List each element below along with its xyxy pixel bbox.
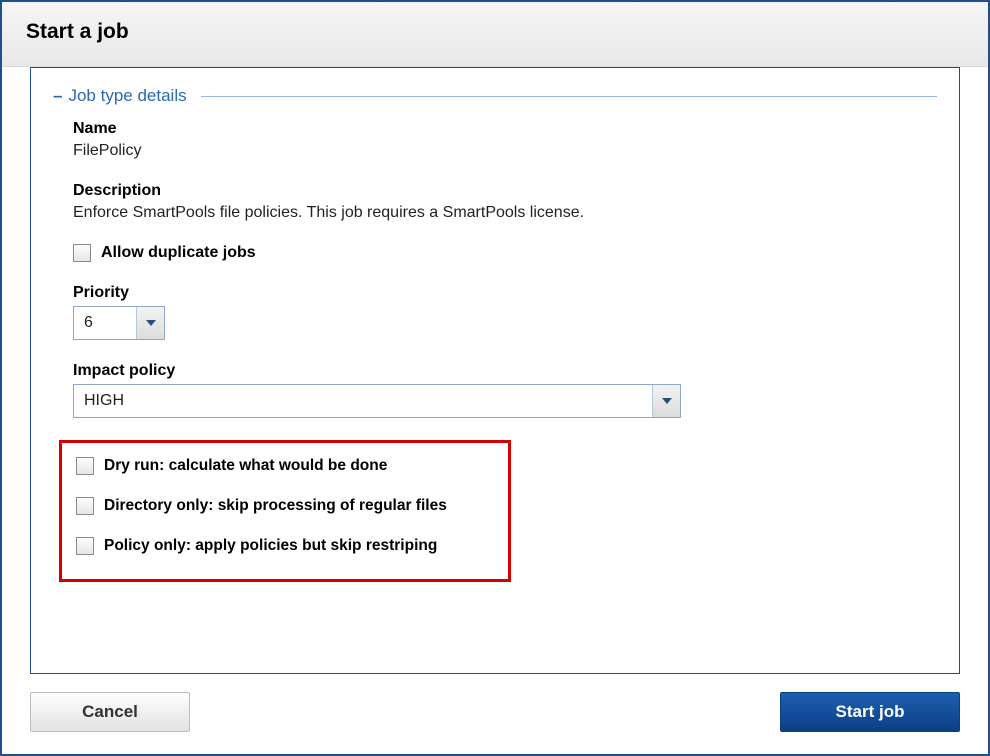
priority-value: 6: [74, 307, 136, 339]
directory-only-label: Directory only: skip processing of regul…: [104, 497, 447, 515]
impact-policy-dropdown-button[interactable]: [652, 385, 680, 417]
section-toggle-job-type-details[interactable]: – Job type details: [53, 86, 937, 106]
cancel-button[interactable]: Cancel: [30, 692, 190, 732]
allow-duplicate-jobs-checkbox[interactable]: [73, 244, 91, 262]
dry-run-checkbox[interactable]: [76, 457, 94, 475]
dialog-header: Start a job: [2, 2, 988, 67]
description-label: Description: [73, 182, 937, 200]
legend-divider: [201, 96, 937, 97]
field-priority: Priority 6: [73, 284, 937, 340]
policy-only-checkbox[interactable]: [76, 537, 94, 555]
directory-only-checkbox-row[interactable]: Directory only: skip processing of regul…: [76, 497, 498, 515]
section-legend: Job type details: [68, 86, 186, 106]
impact-policy-label: Impact policy: [73, 362, 937, 380]
field-name: Name FilePolicy: [73, 120, 937, 160]
impact-policy-value: HIGH: [74, 385, 652, 417]
dialog-title: Start a job: [26, 20, 964, 44]
chevron-down-icon: [146, 320, 156, 326]
dialog-button-bar: Cancel Start job: [2, 678, 988, 754]
allow-duplicate-jobs-label: Allow duplicate jobs: [101, 244, 256, 262]
start-job-button[interactable]: Start job: [780, 692, 960, 732]
policy-only-label: Policy only: apply policies but skip res…: [104, 537, 437, 555]
name-label: Name: [73, 120, 937, 138]
chevron-down-icon: [662, 398, 672, 404]
directory-only-checkbox[interactable]: [76, 497, 94, 515]
impact-policy-select[interactable]: HIGH: [73, 384, 681, 418]
policy-only-checkbox-row[interactable]: Policy only: apply policies but skip res…: [76, 537, 498, 555]
description-value: Enforce SmartPools file policies. This j…: [73, 204, 937, 222]
collapse-icon: –: [53, 86, 62, 106]
highlighted-options-box: Dry run: calculate what would be done Di…: [59, 440, 511, 582]
form-scroll-panel[interactable]: – Job type details Name FilePolicy Descr…: [30, 67, 960, 674]
field-description: Description Enforce SmartPools file poli…: [73, 182, 937, 222]
dialog-body: – Job type details Name FilePolicy Descr…: [2, 67, 988, 678]
allow-duplicate-jobs-checkbox-row[interactable]: Allow duplicate jobs: [73, 244, 937, 262]
priority-dropdown-button[interactable]: [136, 307, 164, 339]
priority-label: Priority: [73, 284, 937, 302]
dry-run-label: Dry run: calculate what would be done: [104, 457, 387, 475]
dry-run-checkbox-row[interactable]: Dry run: calculate what would be done: [76, 457, 498, 475]
name-value: FilePolicy: [73, 142, 937, 160]
start-job-dialog: Start a job – Job type details Name File…: [0, 0, 990, 756]
field-impact-policy: Impact policy HIGH: [73, 362, 937, 418]
priority-select[interactable]: 6: [73, 306, 165, 340]
